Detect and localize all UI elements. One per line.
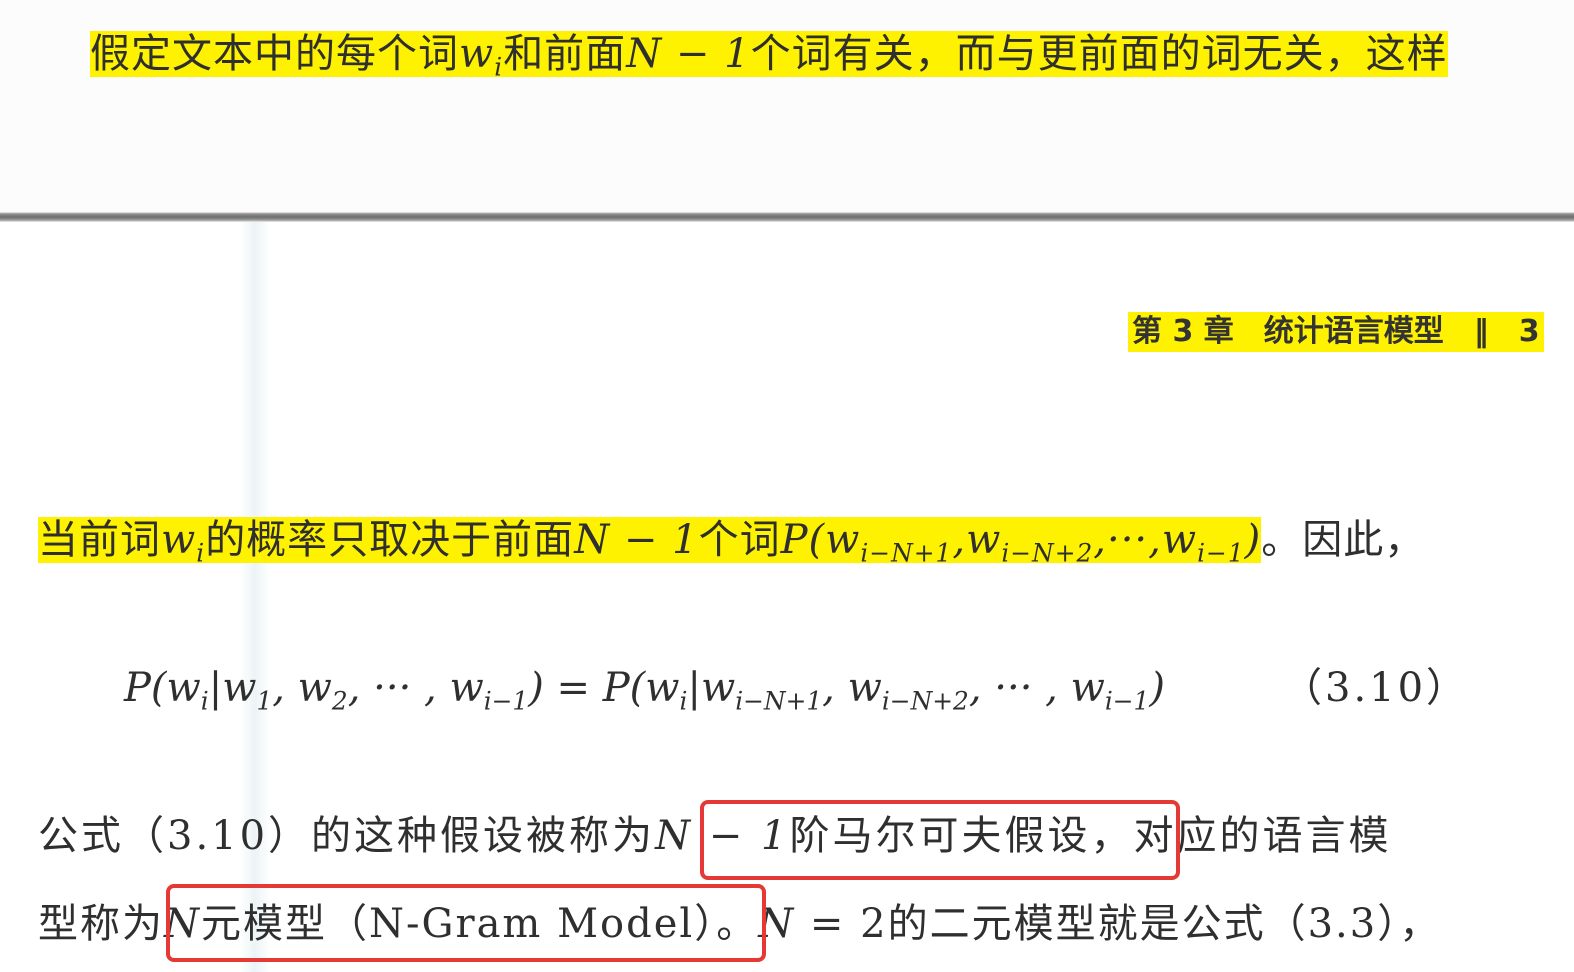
math-symbol: P( (124, 665, 167, 711)
probability-expression: P(wi−N+1,wi−N+2,···,wi−1) (780, 517, 1262, 566)
math-word: wi (161, 517, 205, 566)
math-subscript: i−N+2 (1001, 538, 1094, 568)
comma: , (1032, 665, 1071, 711)
text-run: 的二元模型就是公式（3.3）， (887, 901, 1442, 947)
math-symbol: w (161, 517, 197, 563)
math-subscript: i−1 (1104, 686, 1150, 716)
text-run: 假定文本中的每个词 (90, 31, 459, 77)
math-symbol: | (687, 665, 701, 711)
math-symbol: ) (528, 665, 544, 711)
math-symbol: w (700, 665, 736, 711)
math-symbol: w (166, 665, 201, 711)
text-run: 。因此， (1261, 517, 1426, 563)
comma: , (822, 665, 848, 711)
text-run: 。 (716, 901, 759, 947)
text-run: 个词 (698, 517, 781, 563)
text-run: 公式（3.10）的这种假设被称为 (38, 813, 656, 859)
math-symbol: w (847, 665, 882, 711)
math-symbol: N (758, 901, 796, 947)
comma: , (1148, 517, 1162, 563)
math-symbol: ) (1244, 517, 1262, 563)
term-markov-assumption: 阶马尔可夫假设 (789, 813, 1091, 859)
math-expression: N − 1 (626, 31, 751, 77)
top-text-line: 假定文本中的每个词wi和前面N − 1个词有关，而与更前面的词无关，这样 (90, 28, 1448, 80)
math-symbol: w (449, 665, 484, 711)
math-symbol: w (966, 517, 1002, 563)
ellipsis: ··· (1107, 517, 1149, 563)
term-ngram-model: 元模型（N-Gram Model） (201, 901, 717, 947)
comma: , (347, 665, 374, 711)
math-expression: N − 1 (574, 517, 699, 563)
equation-number: （3.10） (1282, 665, 1470, 711)
ellipsis: ··· (994, 665, 1033, 711)
text-run: 和前面 (503, 31, 627, 77)
highlighted-sentence: 假定文本中的每个词wi和前面N − 1个词有关，而与更前面的词无关，这样 (90, 31, 1448, 80)
math-expression: = 2 (795, 901, 888, 947)
math-symbol: N (164, 901, 201, 947)
math-subscript: i (196, 538, 206, 568)
equation-3-10: P(wi|w1, w2, ··· , wi−1) = P(wi|wi−N+1, … (124, 662, 1165, 714)
math-subscript: i−N+1 (735, 686, 823, 716)
math-symbol: w (459, 31, 495, 77)
math-subscript: i−1 (483, 686, 529, 716)
math-symbol: ) (1149, 665, 1165, 711)
math-subscript: 2 (331, 686, 348, 716)
ellipsis: ··· (373, 665, 412, 711)
math-subscript: i−1 (1197, 538, 1245, 568)
math-symbol: w (1161, 517, 1198, 563)
comma: , (968, 665, 995, 711)
previous-page: 假定文本中的每个词wi和前面N − 1个词有关，而与更前面的词无关，这样 (0, 0, 1574, 212)
math-subscript: i−N+1 (860, 538, 953, 568)
math-symbol: P( (602, 665, 646, 711)
math-symbol: P( (780, 517, 826, 563)
math-symbol: w (645, 665, 680, 711)
math-subscript: i (200, 686, 209, 716)
math-symbol: | (208, 665, 223, 711)
text-run: 个词有关，而与更前面的词无关，这样 (750, 31, 1448, 77)
comma: , (952, 517, 967, 563)
math-word: wi (459, 31, 503, 80)
running-header: 第 3 章 统计语言模型 ‖ 3 (1128, 312, 1544, 352)
text-run: ，对应的语言模 (1090, 813, 1392, 859)
current-page: 第 3 章 统计语言模型 ‖ 3 当前词wi的概率只取决于前面N − 1个词P(… (0, 222, 1574, 972)
highlighted-sentence: 当前词wi的概率只取决于前面N − 1个词P(wi−N+1,wi−N+2,···… (38, 517, 1262, 566)
probability-line: 当前词wi的概率只取决于前面N − 1个词P(wi−N+1,wi−N+2,···… (38, 514, 1425, 566)
page-divider (0, 212, 1574, 222)
math-symbol: w (297, 665, 332, 711)
math-symbol: w (1070, 665, 1105, 711)
comma: , (272, 665, 298, 711)
math-expression: N − 1 (655, 813, 790, 859)
math-symbol: w (222, 665, 257, 711)
comma: , (411, 665, 450, 711)
text-run: 的概率只取决于前面 (205, 517, 575, 563)
body-line-1: 公式（3.10）的这种假设被称为N − 1阶马尔可夫假设，对应的语言模 (38, 810, 1391, 862)
math-subscript: i−N+2 (881, 686, 969, 716)
math-symbol: w (825, 517, 861, 563)
math-subscript: 1 (256, 686, 273, 716)
math-subscript: i (494, 52, 504, 82)
comma: , (1093, 517, 1107, 563)
text-run: 当前词 (38, 517, 161, 563)
text-run: 型称为 (38, 901, 164, 947)
equals-sign: = (543, 665, 603, 711)
body-line-2: 型称为N元模型（N-Gram Model）。N = 2的二元模型就是公式（3.3… (38, 898, 1441, 950)
